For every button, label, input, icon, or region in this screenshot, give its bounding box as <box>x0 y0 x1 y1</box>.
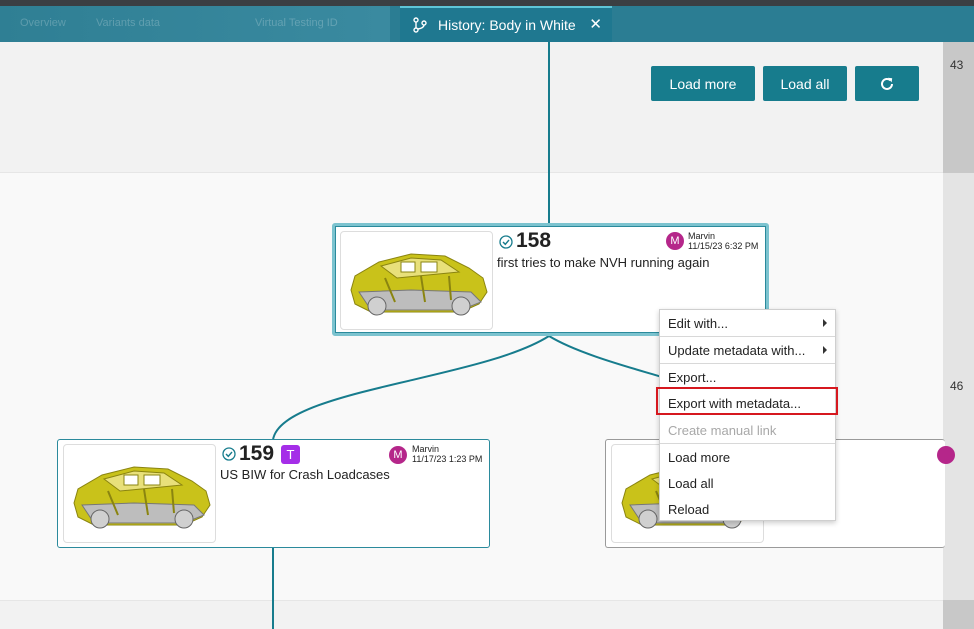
menu-item-label: Load all <box>668 475 714 491</box>
context-menu: Edit with... Update metadata with... Exp… <box>659 309 836 521</box>
node-number: 159 <box>239 442 275 465</box>
menu-item-create-manual-link: Create manual link <box>660 417 835 443</box>
menu-item-label: Update metadata with... <box>668 342 806 358</box>
edge-line <box>272 335 550 441</box>
node-date: 11/15/23 6:32 PM <box>688 241 759 251</box>
avatar <box>937 446 955 464</box>
menu-item-label: Reload <box>668 501 710 517</box>
menu-item-label: Edit with... <box>668 315 728 331</box>
reload-button[interactable] <box>855 66 919 101</box>
highlight-box <box>656 387 838 415</box>
load-more-button[interactable]: Load more <box>651 66 755 101</box>
check-circle-icon <box>499 235 513 249</box>
refresh-icon <box>881 77 893 90</box>
check-circle-icon <box>222 447 236 461</box>
car-body-image <box>73 466 211 529</box>
node-user: Marvin <box>688 231 716 241</box>
node-description: first tries to make NVH running again <box>497 255 710 270</box>
node-user: Marvin <box>412 444 440 454</box>
node-description: US BIW for Crash Loadcases <box>220 467 390 482</box>
menu-item-edit-with[interactable]: Edit with... <box>660 310 835 336</box>
history-node-159[interactable]: 159 T US BIW for Crash Loadcases M Marvi… <box>57 439 490 548</box>
submenu-arrow-icon <box>823 346 827 354</box>
node-thumbnail <box>63 444 216 543</box>
avatar: M <box>666 232 684 250</box>
tag-badge: T <box>281 445 300 464</box>
load-all-button[interactable]: Load all <box>763 66 847 101</box>
menu-item-update-metadata[interactable]: Update metadata with... <box>660 337 835 363</box>
menu-item-load-all[interactable]: Load all <box>660 470 835 496</box>
menu-item-load-more[interactable]: Load more <box>660 444 835 470</box>
menu-item-label: Load more <box>668 449 731 465</box>
menu-item-label: Export... <box>668 369 717 385</box>
menu-item-reload[interactable]: Reload <box>660 496 835 522</box>
node-date: 11/17/23 1:23 PM <box>412 454 483 464</box>
edge-line <box>548 335 666 379</box>
node-number: 158 <box>516 229 552 252</box>
avatar: M <box>389 446 407 464</box>
car-body-image <box>350 253 488 316</box>
menu-item-label: Create manual link <box>668 422 777 438</box>
submenu-arrow-icon <box>823 319 827 327</box>
node-thumbnail <box>340 231 493 330</box>
